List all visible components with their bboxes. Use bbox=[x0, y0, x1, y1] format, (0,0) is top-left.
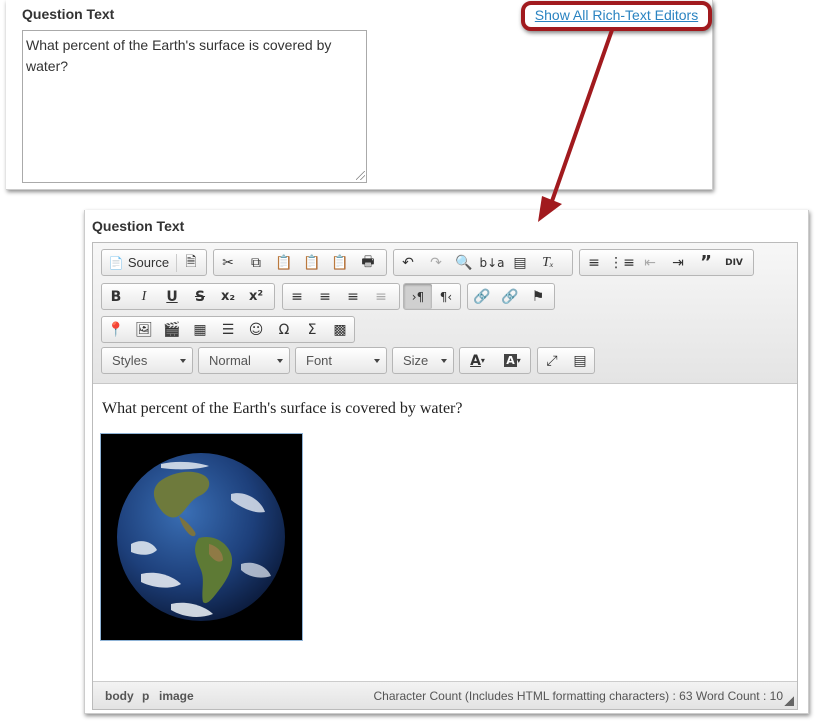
background-color-icon[interactable]: A ▾ bbox=[495, 348, 530, 373]
toolbar-group-clipboard: ✂ ⧉ 📋 📋 📋 🖶 bbox=[213, 249, 387, 276]
source-button[interactable]: 📄 Source bbox=[102, 250, 176, 275]
toolbar-group-document: 📄 Source 🗎 bbox=[101, 249, 207, 276]
chevron-down-icon bbox=[180, 359, 186, 363]
toolbar-group-tools: ⤢ ▤ bbox=[537, 347, 595, 374]
rich-text-editor: 📄 Source 🗎 ✂ ⧉ 📋 📋 📋 🖶 ↶ ↷ 🔍 b↓a ▤ Tₓ ≡ … bbox=[92, 242, 798, 710]
resize-grip-icon[interactable] bbox=[356, 171, 365, 180]
font-combo-label: Font bbox=[306, 353, 333, 368]
find-icon[interactable]: 🔍 bbox=[450, 250, 478, 275]
paste-word-icon[interactable]: 📋 bbox=[326, 250, 354, 275]
increase-indent-icon[interactable]: ⇥ bbox=[664, 250, 692, 275]
image-icon[interactable]: 🖼 bbox=[130, 317, 158, 342]
source-label: Source bbox=[127, 255, 170, 270]
smiley-icon[interactable]: ☺ bbox=[242, 317, 270, 342]
font-combo[interactable]: Font bbox=[295, 347, 387, 374]
maximize-icon[interactable]: ⤢ bbox=[538, 348, 566, 373]
media-icon[interactable]: 🎬 bbox=[158, 317, 186, 342]
show-all-rich-text-editors-link[interactable]: Show All Rich-Text Editors bbox=[521, 1, 712, 31]
question-content-text: What percent of the Earth's surface is c… bbox=[102, 400, 463, 417]
create-div-icon[interactable]: DIV bbox=[720, 250, 748, 275]
justify-icon[interactable]: ≡ bbox=[367, 284, 395, 309]
pin-icon[interactable]: 📍 bbox=[102, 317, 130, 342]
path-body[interactable]: body bbox=[105, 689, 134, 703]
size-combo[interactable]: Size bbox=[392, 347, 454, 374]
editor-resize-icon[interactable] bbox=[784, 696, 794, 706]
toolbar-group-insert: 📍 🖼 🎬 ▦ ☰ ☺ Ω Σ ▩ bbox=[101, 316, 355, 343]
source-icon: 📄 bbox=[108, 255, 124, 270]
templates-icon[interactable]: 🗎 bbox=[177, 250, 205, 275]
question-textarea[interactable]: What percent of the Earth's surface is c… bbox=[22, 30, 367, 183]
path-image[interactable]: image bbox=[159, 689, 194, 703]
superscript-icon[interactable]: x² bbox=[242, 284, 270, 309]
align-center-icon[interactable]: ≡ bbox=[311, 284, 339, 309]
paste-icon[interactable]: 📋 bbox=[270, 250, 298, 275]
table-icon[interactable]: ▦ bbox=[186, 317, 214, 342]
earth-globe-icon bbox=[101, 434, 302, 640]
show-blocks-icon[interactable]: ▤ bbox=[566, 348, 594, 373]
anchor-flag-icon[interactable]: ⚑ bbox=[524, 284, 552, 309]
toolbar-group-colors: A ▾ A ▾ bbox=[459, 347, 531, 374]
format-combo-label: Normal bbox=[209, 353, 251, 368]
character-word-count: Character Count (Includes HTML formattin… bbox=[373, 689, 783, 703]
align-left-icon[interactable]: ≡ bbox=[283, 284, 311, 309]
undo-icon[interactable]: ↶ bbox=[394, 250, 422, 275]
bold-icon[interactable]: B bbox=[102, 284, 130, 309]
horizontal-line-icon[interactable]: ☰ bbox=[214, 317, 242, 342]
replace-icon[interactable]: b↓a bbox=[478, 250, 506, 275]
text-direction-ltr-icon[interactable]: ›¶ bbox=[404, 284, 432, 309]
math-sigma-icon[interactable]: Σ bbox=[298, 317, 326, 342]
decrease-indent-icon[interactable]: ⇤ bbox=[636, 250, 664, 275]
print-icon[interactable]: 🖶 bbox=[354, 250, 382, 275]
question-text-label: Question Text bbox=[22, 6, 115, 22]
size-combo-label: Size bbox=[403, 353, 429, 368]
iframe-icon[interactable]: ▩ bbox=[326, 317, 354, 342]
underline-icon[interactable]: U bbox=[158, 284, 186, 309]
cut-icon[interactable]: ✂ bbox=[214, 250, 242, 275]
toolbar-group-lists: ≡ ⋮≡ ⇤ ⇥ ” DIV bbox=[579, 249, 754, 276]
redo-icon[interactable]: ↷ bbox=[422, 250, 450, 275]
editor-content-area[interactable]: What percent of the Earth's surface is c… bbox=[93, 384, 797, 682]
bulleted-list-icon[interactable]: ⋮≡ bbox=[608, 250, 636, 275]
chevron-down-icon bbox=[374, 359, 380, 363]
editor-statusbar: body p image Character Count (Includes H… bbox=[93, 681, 797, 709]
link-icon[interactable]: 🔗 bbox=[468, 284, 496, 309]
toolbar-group-direction: ›¶ ¶‹ bbox=[403, 283, 461, 310]
blockquote-icon[interactable]: ” bbox=[692, 250, 720, 275]
question-text-label-rte: Question Text bbox=[92, 218, 185, 234]
align-right-icon[interactable]: ≡ bbox=[339, 284, 367, 309]
toolbar-group-align: ≡ ≡ ≡ ≡ bbox=[282, 283, 400, 310]
chevron-down-icon bbox=[441, 359, 447, 363]
format-combo[interactable]: Normal bbox=[198, 347, 290, 374]
copy-icon[interactable]: ⧉ bbox=[242, 250, 270, 275]
styles-combo-label: Styles bbox=[112, 353, 148, 368]
toolbar-group-links: 🔗 🔗 ⚑ bbox=[467, 283, 555, 310]
editor-toolbar: 📄 Source 🗎 ✂ ⧉ 📋 📋 📋 🖶 ↶ ↷ 🔍 b↓a ▤ Tₓ ≡ … bbox=[93, 243, 797, 384]
paste-text-icon[interactable]: 📋 bbox=[298, 250, 326, 275]
numbered-list-icon[interactable]: ≡ bbox=[580, 250, 608, 275]
remove-format-icon[interactable]: Tₓ bbox=[534, 250, 562, 275]
chevron-down-icon bbox=[277, 359, 283, 363]
path-p[interactable]: p bbox=[142, 689, 149, 703]
toolbar-group-editing: ↶ ↷ 🔍 b↓a ▤ Tₓ bbox=[393, 249, 573, 276]
text-direction-rtl-icon[interactable]: ¶‹ bbox=[432, 284, 460, 309]
special-char-omega-icon[interactable]: Ω bbox=[270, 317, 298, 342]
styles-combo[interactable]: Styles bbox=[101, 347, 193, 374]
italic-icon[interactable]: I bbox=[130, 284, 158, 309]
earth-image[interactable] bbox=[100, 433, 303, 641]
toolbar-group-basic-styles: B I U S x₂ x² bbox=[101, 283, 275, 310]
subscript-icon[interactable]: x₂ bbox=[214, 284, 242, 309]
select-all-icon[interactable]: ▤ bbox=[506, 250, 534, 275]
strikethrough-icon[interactable]: S bbox=[186, 284, 214, 309]
text-color-icon[interactable]: A ▾ bbox=[460, 348, 495, 373]
unlink-icon[interactable]: 🔗 bbox=[496, 284, 524, 309]
rich-text-question-panel: Question Text 📄 Source 🗎 ✂ ⧉ 📋 📋 📋 🖶 ↶ ↷… bbox=[84, 210, 809, 714]
